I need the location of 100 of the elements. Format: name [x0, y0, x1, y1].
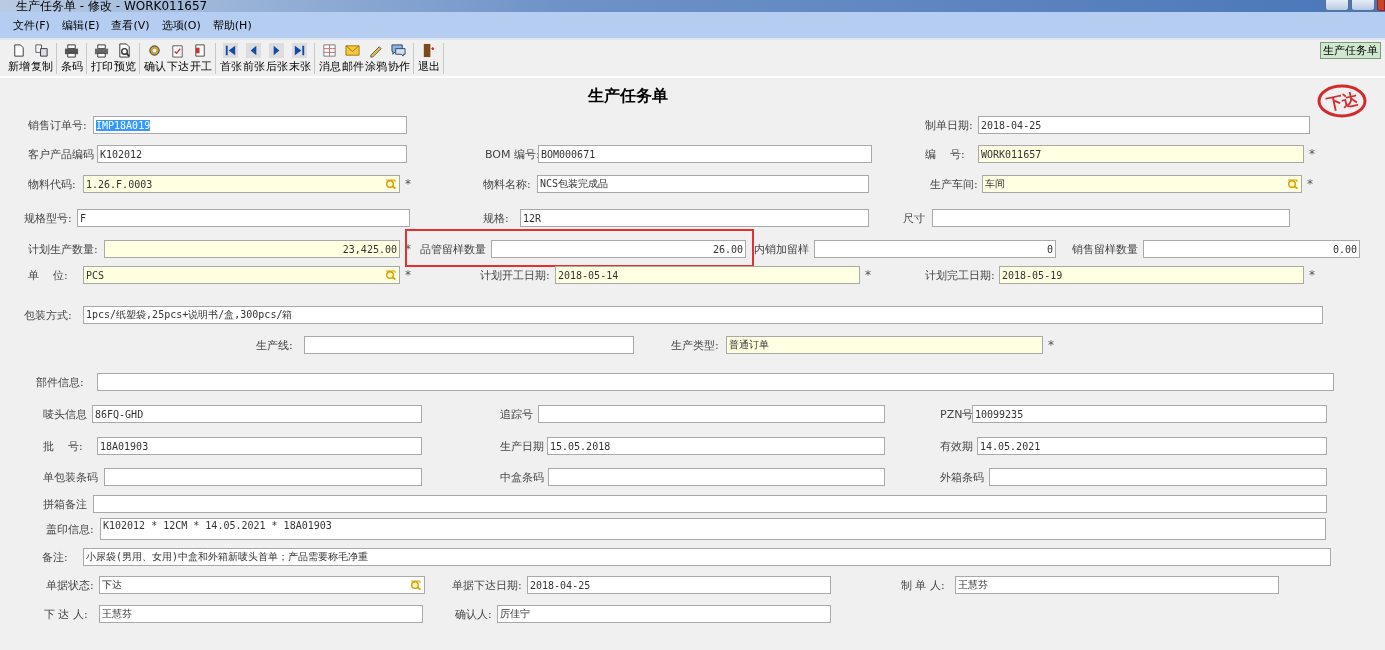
field-label: 备注: — [42, 549, 69, 565]
toolbar-button[interactable]: 前张 — [242, 42, 265, 74]
input-field[interactable]: 26.00 — [491, 240, 746, 258]
field-label: 销售留样数量 — [1072, 241, 1139, 257]
toolbar-button[interactable]: 退出 — [417, 42, 440, 74]
toolbar-button[interactable]: 确认 — [143, 42, 166, 74]
field-label: 外箱条码 — [940, 469, 985, 485]
window-title: 生产任务单 - 修改 - WORK011657 — [16, 0, 208, 12]
input-field[interactable]: 2018-05-14 — [555, 266, 860, 284]
field-label: 生产线: — [256, 337, 294, 353]
close-button[interactable] — [1377, 0, 1385, 11]
input-field[interactable] — [97, 373, 1334, 391]
field-label: 有效期 — [940, 438, 974, 454]
toolbar-button[interactable]: 下达 — [166, 42, 189, 74]
input-field[interactable]: 86FQ-GHD — [92, 405, 422, 423]
first-icon — [223, 42, 238, 58]
field-label: 下 达 人: — [44, 606, 89, 622]
field-label: 拼箱备注 — [43, 496, 88, 512]
input-field[interactable]: 普通订单 — [726, 336, 1043, 354]
next-icon — [269, 42, 284, 58]
toolbar-button[interactable]: 首张 — [219, 42, 242, 74]
field-label: 规格型号: — [24, 210, 73, 226]
input-field[interactable] — [104, 468, 422, 486]
minimize-button[interactable] — [1325, 0, 1349, 11]
toolbar-button[interactable]: 后张 — [265, 42, 288, 74]
maximize-button[interactable] — [1351, 0, 1375, 11]
input-field[interactable]: K102012 * 12CM * 14.05.2021 * 18A01903 — [100, 518, 1326, 540]
field-label: 销售订单号: — [28, 117, 88, 133]
menu-item[interactable]: 编辑(E) — [60, 17, 101, 33]
toolbar-button[interactable]: 开工 — [189, 42, 212, 74]
field-label: 规格: — [483, 210, 510, 226]
input-field[interactable]: PCS — [83, 266, 400, 284]
menu-item[interactable]: 选项(O) — [160, 17, 202, 33]
input-field[interactable]: 王慧芬 — [955, 576, 1279, 594]
input-field[interactable]: BOM000671 — [538, 145, 872, 163]
required-mark: * — [1308, 147, 1316, 161]
toolbar-button[interactable]: 消息 — [318, 42, 341, 74]
menu-item[interactable]: 帮助(H) — [211, 17, 253, 33]
field-label: 制单日期: — [925, 117, 974, 133]
input-field[interactable]: WORK011657 — [978, 145, 1304, 163]
input-field[interactable]: 18A01903 — [97, 437, 422, 455]
input-field[interactable]: 14.05.2021 — [977, 437, 1327, 455]
input-field[interactable] — [548, 468, 885, 486]
lookup-icon — [410, 580, 422, 590]
input-field[interactable] — [304, 336, 634, 354]
field-label: 单包装条码 — [43, 469, 99, 485]
lookup-icon — [385, 179, 397, 189]
field-label: 唛头信息 — [43, 406, 88, 422]
chat-icon — [391, 42, 406, 58]
input-field[interactable] — [93, 495, 1327, 513]
input-field[interactable]: 1pcs/纸塑袋,25pcs+说明书/盒,300pcs/箱 — [83, 306, 1323, 324]
form-title: 生产任务单 — [587, 85, 668, 107]
input-field[interactable]: 车间 — [982, 175, 1302, 193]
field-label: 客户产品编码 — [28, 146, 95, 162]
field-label: PZN号 — [940, 406, 972, 422]
toolbar-button[interactable]: 条码 — [60, 42, 83, 74]
menu-item[interactable]: 文件(F) — [12, 17, 51, 33]
input-field[interactable]: NCS包装完成品 — [537, 175, 869, 193]
field-label: 盖印信息: — [46, 521, 95, 537]
input-field[interactable]: 2018-04-25 — [527, 576, 831, 594]
field-label: 物料代码: — [28, 176, 77, 192]
toolbar-button[interactable]: 新增 — [7, 42, 30, 74]
field-label: 生产日期 — [500, 438, 545, 454]
field-label: 计划生产数量: — [28, 241, 99, 257]
input-field[interactable]: 小尿袋(男用、女用)中盒和外箱新唛头首单；产品需要称毛净重 — [83, 548, 1331, 566]
toolbar-button[interactable]: 协作 — [387, 42, 410, 74]
input-field[interactable]: 1.26.F.0003 — [83, 175, 400, 193]
field-label: 生产车间: — [930, 176, 979, 192]
envelope-icon — [345, 42, 360, 58]
input-field[interactable] — [538, 405, 885, 423]
lookup-icon — [385, 270, 397, 280]
input-field[interactable]: 厉佳宁 — [497, 605, 831, 623]
input-field[interactable]: 10099235 — [972, 405, 1327, 423]
input-field[interactable]: F — [77, 209, 410, 227]
input-field[interactable] — [989, 468, 1327, 486]
input-field[interactable]: 0 — [814, 240, 1056, 258]
toolbar-button[interactable]: 涂鸦 — [364, 42, 387, 74]
menu-item[interactable]: 查看(V) — [110, 17, 151, 33]
toolbar-button[interactable]: 邮件 — [341, 42, 364, 74]
input-field[interactable]: 下达 — [99, 576, 425, 594]
toolbar-button[interactable]: 打印 — [90, 42, 113, 74]
input-field[interactable]: 2018-05-19 — [999, 266, 1304, 284]
field-label: 计划开工日期: — [480, 267, 551, 283]
field-label: 制 单 人: — [901, 577, 946, 593]
toolbar-button[interactable]: 末张 — [288, 42, 311, 74]
input-field[interactable] — [932, 209, 1290, 227]
module-label: 生产任务单 — [1320, 42, 1381, 59]
exit-icon — [421, 42, 436, 58]
field-label: 物料名称: — [483, 176, 532, 192]
field-label: 单据状态: — [46, 577, 95, 593]
input-field[interactable]: K102012 — [97, 145, 407, 163]
input-field[interactable]: 23,425.00 — [104, 240, 400, 258]
input-field[interactable]: 王慧芬 — [99, 605, 423, 623]
input-field[interactable]: 0.00 — [1143, 240, 1360, 258]
input-field[interactable]: 15.05.2018 — [547, 437, 885, 455]
toolbar-button[interactable]: 预览 — [113, 42, 136, 74]
field-label: 确认人: — [455, 606, 493, 622]
input-field[interactable]: 2018-04-25 — [978, 116, 1310, 134]
toolbar-button[interactable]: 复制 — [30, 42, 53, 74]
input-field[interactable]: 12R — [520, 209, 869, 227]
